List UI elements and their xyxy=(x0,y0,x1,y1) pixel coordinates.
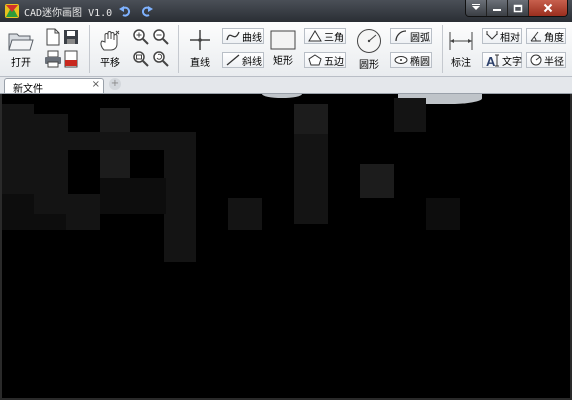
pentagon-label: 五边 xyxy=(324,56,344,68)
dimension-button[interactable]: 标注 xyxy=(448,30,474,69)
circle-label: 圆形 xyxy=(359,60,379,71)
triangle-label: 三角 xyxy=(324,32,344,44)
slant-line-button[interactable]: 斜线 xyxy=(222,52,264,68)
ellipse-button[interactable]: 椭圆 xyxy=(390,52,432,68)
chevron-down-icon xyxy=(472,4,480,10)
pdf-icon[interactable] xyxy=(62,50,80,68)
angle-label: 角度 xyxy=(544,32,564,44)
toolbar-ribbon: 打开 平移 直线 曲线 斜线 矩形 三角 五边 圆形 圆弧 椭圆 标注 相对 角… xyxy=(0,22,572,77)
background-artifact xyxy=(394,98,426,132)
triangle-icon xyxy=(308,30,322,42)
circle-button[interactable]: 圆形 xyxy=(356,28,382,71)
title-bar: CAD迷你画图 V1.0 xyxy=(0,0,572,22)
zoom-in-icon[interactable] xyxy=(132,28,150,46)
dimension-label: 标注 xyxy=(451,58,471,69)
rectangle-icon xyxy=(270,30,296,50)
text-button[interactable]: A 文字 xyxy=(482,52,522,68)
curve-icon xyxy=(226,31,240,41)
line-label: 直线 xyxy=(190,58,210,69)
dimension-icon xyxy=(449,32,473,50)
rectangle-button[interactable]: 矩形 xyxy=(270,30,296,67)
text-icon: A xyxy=(486,54,499,67)
drawing-canvas[interactable] xyxy=(0,94,572,400)
arc-button[interactable]: 圆弧 xyxy=(390,28,432,44)
minimize-icon xyxy=(493,9,501,11)
add-tab-button[interactable]: + xyxy=(109,78,121,90)
radius-label: 半径 xyxy=(544,56,564,68)
circle-icon xyxy=(357,29,381,53)
pentagon-icon xyxy=(308,54,322,66)
relative-label: 相对 xyxy=(500,32,520,44)
separator xyxy=(442,25,443,73)
window-title: CAD迷你画图 V1.0 xyxy=(24,8,113,19)
radius-button[interactable]: 半径 xyxy=(526,52,566,68)
angle-button[interactable]: 角度 xyxy=(526,28,566,44)
curve-button[interactable]: 曲线 xyxy=(222,28,264,44)
angle-icon xyxy=(530,31,541,42)
radius-icon xyxy=(530,54,542,66)
curve-label: 曲线 xyxy=(242,32,262,44)
minimize-button[interactable] xyxy=(486,0,507,16)
open-label: 打开 xyxy=(11,58,31,69)
zoom-out-icon[interactable] xyxy=(152,28,170,46)
background-artifact xyxy=(426,198,460,230)
undo-icon[interactable] xyxy=(118,4,132,18)
background-artifact xyxy=(0,104,34,194)
relative-icon xyxy=(486,31,498,40)
document-tab-label: 新文件 xyxy=(13,84,43,95)
relative-button[interactable]: 相对 xyxy=(482,28,522,44)
background-artifact xyxy=(100,178,166,214)
separator xyxy=(89,25,90,73)
crosshair-icon xyxy=(190,30,210,50)
text-label: 文字 xyxy=(502,56,522,68)
background-artifact xyxy=(164,132,196,262)
arc-label: 圆弧 xyxy=(410,32,430,44)
background-artifact xyxy=(360,164,394,198)
line-button[interactable]: 直线 xyxy=(188,28,212,69)
zoom-fit-icon[interactable] xyxy=(132,50,150,68)
document-tab[interactable]: 新文件 × xyxy=(4,78,104,95)
open-button[interactable]: 打开 xyxy=(8,30,34,69)
redo-icon[interactable] xyxy=(140,4,154,18)
pan-button[interactable]: 平移 xyxy=(98,30,122,69)
pentagon-button[interactable]: 五边 xyxy=(304,52,346,68)
ellipse-label: 椭圆 xyxy=(410,56,430,68)
triangle-button[interactable]: 三角 xyxy=(304,28,346,44)
svg-text:A: A xyxy=(486,54,496,67)
tab-close-icon[interactable]: × xyxy=(92,79,100,90)
ellipse-icon xyxy=(394,56,408,64)
maximize-icon xyxy=(513,4,523,12)
separator xyxy=(178,25,179,73)
background-artifact xyxy=(228,198,262,230)
hand-icon xyxy=(100,30,120,51)
pan-label: 平移 xyxy=(100,58,120,69)
slant-line-icon xyxy=(226,54,240,66)
window-border-left xyxy=(0,94,2,400)
print-icon[interactable] xyxy=(44,50,62,68)
background-artifact xyxy=(294,104,328,134)
rectangle-label: 矩形 xyxy=(273,56,293,67)
close-button[interactable] xyxy=(528,0,567,16)
maximize-button[interactable] xyxy=(507,0,528,16)
background-artifact xyxy=(294,134,328,224)
app-logo-icon xyxy=(5,4,19,18)
close-icon xyxy=(543,3,553,13)
background-artifact xyxy=(66,194,100,230)
zoom-refresh-icon[interactable] xyxy=(152,50,170,68)
save-icon[interactable] xyxy=(62,28,80,46)
arc-icon xyxy=(395,30,407,42)
document-tab-bar: 新文件 × + xyxy=(0,77,572,95)
menu-dropdown-button[interactable] xyxy=(466,0,486,16)
slant-line-label: 斜线 xyxy=(242,56,262,68)
window-controls xyxy=(465,0,568,17)
decoration xyxy=(262,94,302,98)
folder-icon xyxy=(8,33,34,51)
new-file-icon[interactable] xyxy=(44,28,62,46)
background-artifact xyxy=(34,114,68,214)
